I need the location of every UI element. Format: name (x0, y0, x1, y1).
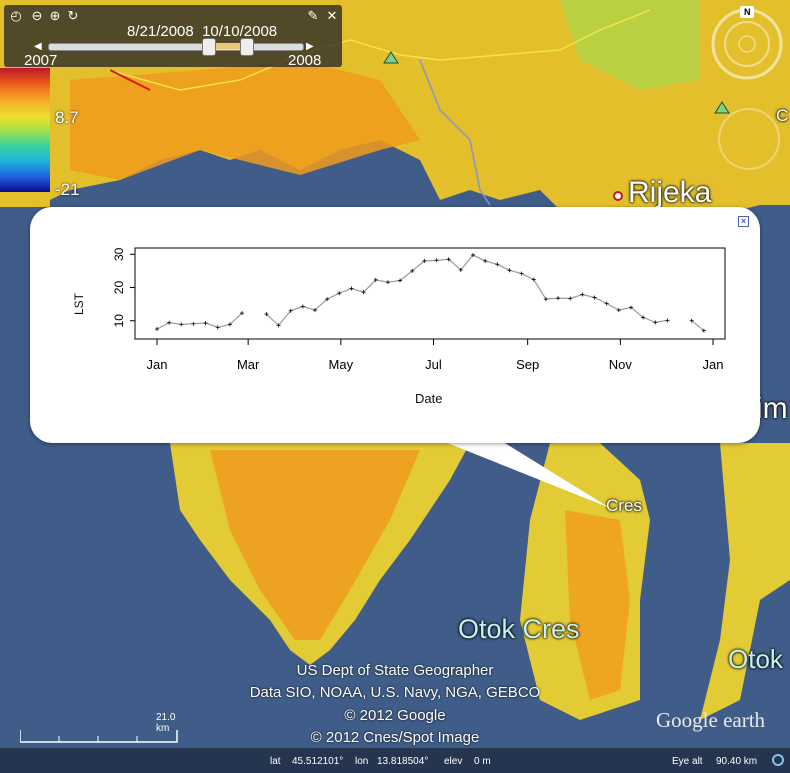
close-icon[interactable]: ✕ (325, 9, 339, 23)
x-tick-label: Jul (425, 357, 442, 372)
x-tick-label: Jan (147, 357, 168, 372)
attribution-line: © 2012 Google (344, 707, 446, 724)
step-forward-icon[interactable]: ▶ (306, 42, 314, 52)
google-earth-logo: Google earth (656, 708, 766, 732)
refresh-icon[interactable]: ↻ (66, 9, 80, 23)
x-tick-label: Nov (609, 357, 633, 372)
timeline-start-year: 2007 (24, 52, 58, 69)
scale-bar: 21.0 km (20, 712, 178, 743)
x-tick-label: Sep (516, 357, 539, 372)
color-legend (0, 68, 50, 192)
elev-label: elev (444, 756, 463, 767)
time-start-handle[interactable] (202, 38, 216, 56)
status-bar: lat 45.512101° lon 13.818504° elev 0 m E… (0, 748, 790, 773)
time-slider-track[interactable] (48, 43, 304, 51)
x-tick-label: Jan (703, 357, 724, 372)
lon-label: lon (355, 756, 369, 767)
lon-value: 13.818504° (377, 756, 429, 767)
place-label-otok-cres[interactable]: Otok Cres (458, 614, 580, 645)
attribution-line: © 2012 Cnes/Spot Image (310, 729, 480, 746)
clock-icon[interactable]: ◴ (9, 9, 23, 23)
step-back-icon[interactable]: ◀ (34, 42, 42, 52)
x-tick-label: Mar (237, 357, 260, 372)
legend-min-label: -21 (55, 180, 80, 199)
time-range-label: 8/21/2008 10/10/2008 (127, 23, 278, 40)
attribution-line: Data SIO, NOAA, U.S. Navy, NGA, GEBCO (249, 684, 541, 701)
series-line (156, 312, 243, 330)
place-label-edge-im[interactable]: im (756, 392, 788, 426)
y-tick-label: 10 (112, 314, 126, 328)
series-line (691, 320, 705, 332)
y-tick-label: 30 (112, 247, 126, 261)
place-label-otok-right[interactable]: Otok (728, 644, 783, 675)
x-tick-label: May (329, 357, 354, 372)
balloon-pointer (440, 440, 610, 508)
eye-alt-label: Eye alt (672, 756, 703, 767)
zoom-in-icon[interactable]: ⊕ (48, 9, 62, 23)
time-end-handle[interactable] (240, 38, 254, 56)
wrench-icon[interactable]: ✎ (306, 9, 320, 23)
plot-frame (134, 247, 726, 340)
elev-value: 0 m (474, 756, 491, 767)
y-tick-label: 20 (112, 281, 126, 295)
timeline-end-year: 2008 (288, 52, 322, 69)
series-line (265, 254, 668, 327)
place-label-rijeka[interactable]: Rijeka (628, 176, 711, 210)
north-indicator[interactable]: N (744, 7, 751, 17)
streaming-indicator-icon (772, 754, 784, 766)
city-marker-icon[interactable] (613, 191, 623, 201)
lst-chart: 10 20 30 Jan Mar May Jul Sep Nov Jan (112, 247, 726, 372)
zoom-out-icon[interactable]: ⊖ (30, 9, 44, 23)
zoom-control[interactable] (716, 106, 782, 172)
eye-alt-value: 90.40 km (716, 756, 758, 767)
info-balloon: × LST Date 10 20 30 Jan Mar May Jul Sep Nov Jan (30, 207, 760, 443)
lat-label: lat (270, 756, 281, 767)
lat-value: 45.512101° (292, 756, 344, 767)
legend-mid-label: 8.7 (55, 108, 79, 127)
time-slider-panel: ◴ ⊖ ⊕ ↻ ✎ ✕ 8/21/2008 10/10/2008 ◀ ▶ 200… (4, 5, 342, 69)
attribution-line: US Dept of State Geographer (296, 662, 494, 679)
